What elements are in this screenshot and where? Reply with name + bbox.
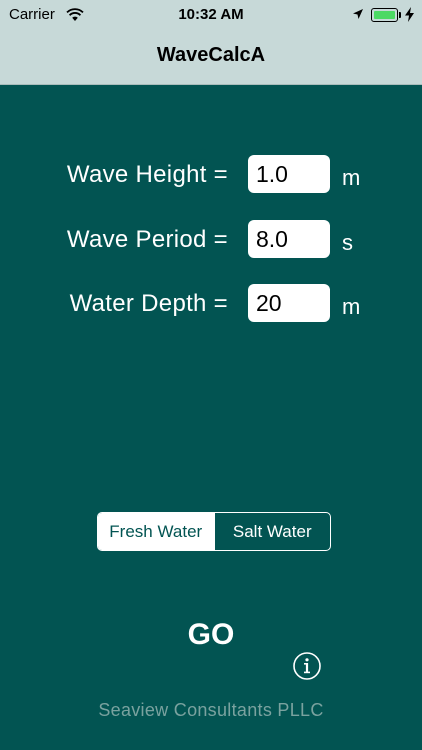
fresh-water-segment[interactable]: Fresh Water bbox=[98, 513, 214, 550]
app-title: WaveCalcA bbox=[156, 44, 266, 66]
water-depth-unit: m bbox=[342, 294, 361, 319]
water-depth-row: Water Depth = m bbox=[0, 284, 422, 324]
battery-icon bbox=[371, 8, 401, 22]
info-icon[interactable] bbox=[292, 651, 322, 681]
wave-period-unit: s bbox=[342, 230, 353, 255]
salt-water-segment[interactable]: Salt Water bbox=[213, 513, 331, 550]
wave-period-row: Wave Period = s bbox=[0, 220, 422, 260]
wave-height-label: Wave Height = bbox=[66, 161, 228, 188]
wave-height-input[interactable] bbox=[248, 155, 330, 193]
location-icon bbox=[353, 9, 363, 19]
water-depth-label: Water Depth = bbox=[69, 290, 228, 317]
water-depth-input[interactable] bbox=[248, 284, 330, 322]
navigation-bar: WaveCalcA bbox=[0, 30, 422, 85]
wave-period-label: Wave Period = bbox=[66, 226, 228, 253]
water-type-segmented-control: Fresh Water Salt Water bbox=[97, 512, 331, 551]
battery-level-fill bbox=[374, 11, 395, 19]
status-bar: Carrier 10:32 AM bbox=[0, 0, 422, 30]
charging-icon bbox=[405, 7, 414, 22]
wave-height-row: Wave Height = m bbox=[0, 155, 422, 195]
wave-height-unit: m bbox=[342, 165, 361, 190]
company-footer: Seaview Consultants PLLC bbox=[98, 700, 324, 720]
wave-period-input[interactable] bbox=[248, 220, 330, 258]
go-button[interactable]: GO bbox=[161, 614, 261, 656]
